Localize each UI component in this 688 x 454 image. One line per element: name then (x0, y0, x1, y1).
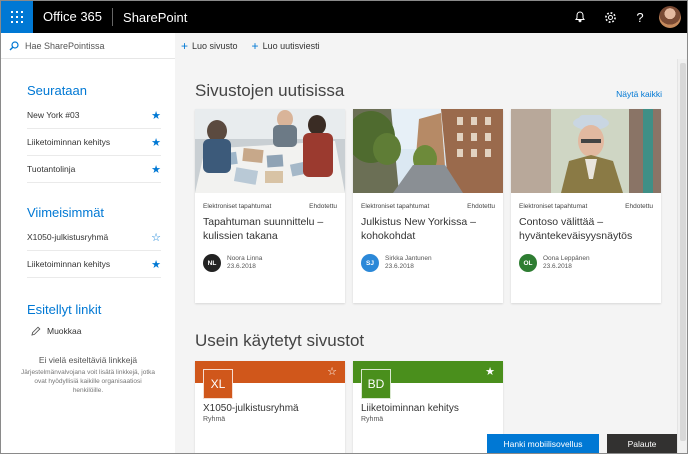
left-navigation: Hae SharePointissa Seurataan New York #0… (1, 33, 175, 453)
news-image-event-planning (195, 109, 345, 193)
create-news-label: Luo uutisviesti (262, 41, 320, 51)
plus-icon: + (251, 39, 259, 53)
star-filled-icon[interactable]: ★ (485, 365, 495, 378)
news-image-new-york-street (353, 109, 503, 193)
news-card[interactable]: Elektroniset tapahtumat Ehdotettu Tapaht… (195, 109, 345, 303)
site-banner: XL ☆ (195, 361, 345, 399)
star-filled-icon[interactable]: ★ (151, 136, 161, 149)
star-filled-icon[interactable]: ★ (151, 163, 161, 176)
news-tag: Ehdotettu (467, 203, 495, 210)
command-bar: + Luo sivusto + Luo uutisviesti (175, 33, 687, 59)
news-date: 23.6.2018 (385, 263, 414, 270)
site-logo: BD (361, 369, 391, 399)
suite-bar: Office 365 SharePoint ? (1, 1, 687, 33)
news-author: NL Noora Linna 23.6.2018 (195, 248, 345, 272)
author-initials-badge: NL (203, 254, 221, 272)
news-title[interactable]: Julkistus New Yorkissa – kohokohdat (353, 210, 503, 248)
waffle-icon[interactable] (1, 1, 33, 33)
author-name: Noora Linna (227, 254, 263, 262)
following-list: New York #03 ★ Liiketoiminnan kehitys ★ … (27, 102, 161, 183)
search-box[interactable]: Hae SharePointissa (1, 33, 175, 59)
site-type: Ryhmä (361, 416, 384, 423)
following-item-label: Liiketoiminnan kehitys (27, 137, 111, 147)
main-content: Sivustojen uutisissa Näytä kaikki Elektr… (175, 59, 675, 453)
pencil-icon (31, 326, 41, 336)
user-avatar[interactable] (659, 6, 681, 28)
create-site-label: Luo sivusto (192, 41, 238, 51)
recent-item-label: Liiketoiminnan kehitys (27, 259, 111, 269)
news-tag: Ehdotettu (625, 203, 653, 210)
featured-links-heading: Esitellyt linkit (27, 302, 102, 317)
news-image-charity-show (511, 109, 661, 193)
site-logo: XL (203, 369, 233, 399)
news-tag: Ehdotettu (309, 203, 337, 210)
scrollbar-thumb[interactable] (680, 63, 686, 441)
recent-list: X1050-julkistusryhmä ☆ Liiketoiminnan ke… (27, 224, 161, 278)
recent-item[interactable]: Liiketoiminnan kehitys ★ (27, 251, 161, 278)
vertical-scrollbar[interactable] (677, 59, 687, 453)
news-title[interactable]: Contoso välittää – hyväntekeväisyysnäytö… (511, 210, 661, 248)
following-item[interactable]: Tuotantolinja ★ (27, 156, 161, 183)
create-news-button[interactable]: + Luo uutisviesti (252, 40, 320, 52)
search-placeholder: Hae SharePointissa (25, 40, 105, 51)
feedback-button[interactable]: Palaute (607, 434, 677, 453)
news-category[interactable]: Elektroniset tapahtumat (519, 203, 587, 210)
site-card[interactable]: XL ☆ X1050-julkistusryhmä Ryhmä (195, 361, 345, 453)
author-name: Sirkka Jantunen (385, 254, 432, 262)
following-item-label: New York #03 (27, 110, 80, 120)
empty-state-description: Järjestelmänvalvojana voit lisätä linkke… (20, 369, 156, 395)
recent-item[interactable]: X1050-julkistusryhmä ☆ (27, 224, 161, 251)
recent-item-label: X1050-julkistusryhmä (27, 232, 109, 242)
create-site-button[interactable]: + Luo sivusto (181, 40, 238, 52)
news-section-title: Sivustojen uutisissa (195, 81, 345, 100)
news-category[interactable]: Elektroniset tapahtumat (361, 203, 429, 210)
bell-icon[interactable] (565, 1, 595, 33)
following-item-label: Tuotantolinja (27, 164, 76, 174)
star-filled-icon[interactable]: ★ (151, 258, 161, 271)
author-name: Oona Leppänen (543, 254, 590, 262)
gear-icon[interactable] (595, 1, 625, 33)
news-date: 23.6.2018 (543, 263, 572, 270)
plus-icon: + (181, 39, 189, 53)
site-card[interactable]: BD ★ Liiketoiminnan kehitys Ryhmä (353, 361, 503, 453)
featured-links-empty-state: Ei vielä esiteltäviä linkkejä Järjestelm… (1, 355, 175, 395)
star-outline-icon[interactable]: ☆ (151, 231, 161, 244)
news-title[interactable]: Tapahtuman suunnittelu – kulissien takan… (195, 210, 345, 248)
recent-heading[interactable]: Viimeisimmät (1, 205, 175, 220)
author-initials-badge: SJ (361, 254, 379, 272)
help-icon[interactable]: ? (625, 1, 655, 33)
author-initials-badge: OL (519, 254, 537, 272)
news-date: 23.6.2018 (227, 263, 256, 270)
office-365-brand[interactable]: Office 365 (33, 1, 112, 33)
see-all-link[interactable]: Näytä kaikki (616, 89, 662, 99)
site-banner: BD ★ (353, 361, 503, 399)
star-outline-icon[interactable]: ☆ (327, 365, 337, 378)
following-item[interactable]: Liiketoiminnan kehitys ★ (27, 129, 161, 156)
news-author: OL Oona Leppänen 23.6.2018 (511, 248, 661, 272)
sharepoint-window: Office 365 SharePoint ? Hae SharePointis… (0, 0, 688, 454)
star-filled-icon[interactable]: ★ (151, 109, 161, 122)
empty-state-title: Ei vielä esiteltäviä linkkejä (38, 355, 138, 365)
get-mobile-app-button[interactable]: Hanki mobiilisovellus (487, 434, 599, 453)
frequent-sites-title: Usein käytetyt sivustot (195, 331, 365, 350)
sharepoint-app-name[interactable]: SharePoint (113, 10, 197, 25)
news-card[interactable]: Elektroniset tapahtumat Ehdotettu Julkis… (353, 109, 503, 303)
site-type: Ryhmä (203, 416, 226, 423)
search-icon (9, 40, 19, 50)
news-category[interactable]: Elektroniset tapahtumat (203, 203, 271, 210)
edit-links-label: Muokkaa (47, 326, 82, 336)
following-item[interactable]: New York #03 ★ (27, 102, 161, 129)
following-heading[interactable]: Seurataan (1, 83, 175, 98)
news-author: SJ Sirkka Jantunen 23.6.2018 (353, 248, 503, 272)
edit-links-button[interactable]: Muokkaa (1, 321, 175, 341)
news-card[interactable]: Elektroniset tapahtumat Ehdotettu Contos… (511, 109, 661, 303)
